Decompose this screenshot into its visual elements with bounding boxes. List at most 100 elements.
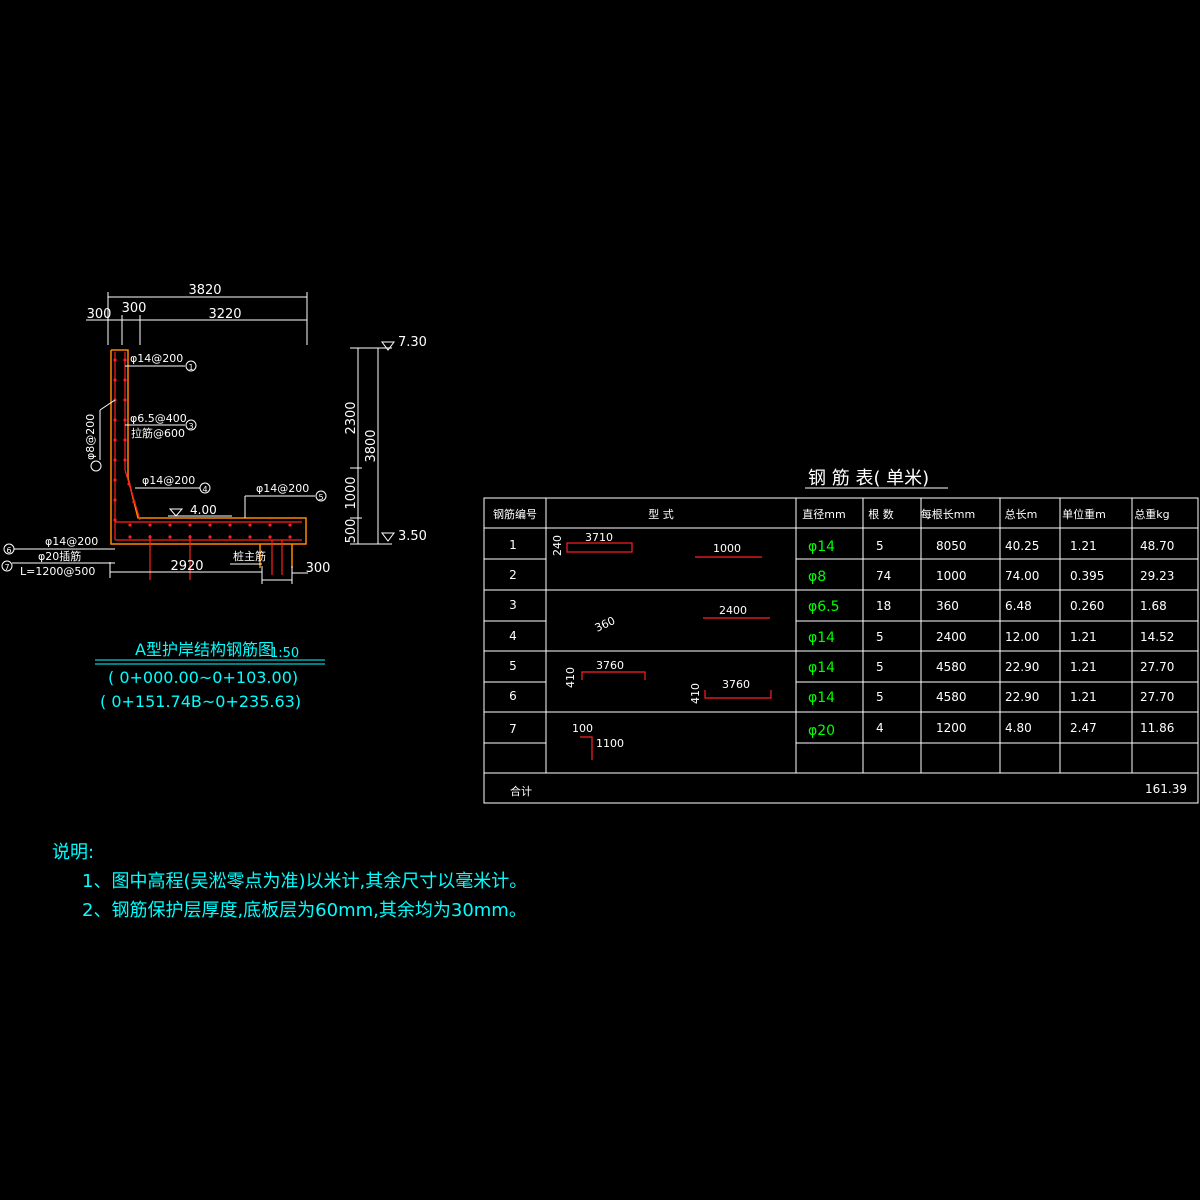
shape-5-3760: 3760 <box>596 659 624 672</box>
sum-value: 161.39 <box>1145 782 1187 796</box>
notes-block: 说明: 1、图中高程(吴淞零点为准)以米计,其余尺寸以毫米计。 2、钢筋保护层厚… <box>52 838 527 925</box>
row-6-weight: 27.70 <box>1140 690 1174 704</box>
dim-2300: 2300 <box>344 401 359 434</box>
shape-1-240: 240 <box>551 535 564 556</box>
shape-7-1100: 1100 <box>596 737 624 750</box>
dim-300-right: 300 <box>306 561 331 576</box>
dim-300-left: 300 <box>87 307 112 322</box>
retaining-wall-section: 3820 300 300 3220 φ14@200 1 φ6.5@400 拉筋@… <box>1 283 427 711</box>
header-shape: 型 式 <box>648 507 674 521</box>
elev-bottom: 3.50 <box>398 529 427 544</box>
row-5-no: 5 <box>509 659 517 673</box>
row-2-count: 74 <box>876 569 891 583</box>
row-5-len: 4580 <box>936 660 967 674</box>
header-total: 总长m <box>1005 507 1038 521</box>
row-1-weight: 48.70 <box>1140 539 1174 553</box>
row-4-no: 4 <box>509 629 517 643</box>
row-3-count: 18 <box>876 599 891 613</box>
row-2-total: 74.00 <box>1005 569 1039 583</box>
row-6-count: 5 <box>876 690 884 704</box>
row-1-total: 40.25 <box>1005 539 1039 553</box>
label-pile: 桩主筋 <box>233 549 266 563</box>
row-1-count: 5 <box>876 539 884 553</box>
row-2-dia: φ8 <box>808 569 826 585</box>
header-weight: 总重kg <box>1134 507 1169 521</box>
row-3-dia: φ6.5 <box>808 599 840 615</box>
table-row: 2 φ8 74 1000 74.00 0.395 29.23 <box>509 568 1174 585</box>
row-5-dia: φ14 <box>808 660 835 676</box>
table-header: 钢筋编号 型 式 直径mm 根 数 每根长mm 总长m 单位重m 总重kg <box>493 507 1170 521</box>
label-r9: L=1200@500 <box>20 565 95 578</box>
label-r8: φ20插筋 <box>38 549 81 563</box>
row-5-unit: 1.21 <box>1070 660 1097 674</box>
label-r4: φ8@200 <box>84 414 97 460</box>
row-4-unit: 1.21 <box>1070 630 1097 644</box>
row-4-weight: 14.52 <box>1140 630 1174 644</box>
note-item-2: 2、钢筋保护层厚度,底板层为60mm,其余均为30mm。 <box>82 900 527 921</box>
cad-drawing: 3820 300 300 3220 φ14@200 1 φ6.5@400 拉筋@… <box>1 283 1199 804</box>
header-dia: 直径mm <box>802 507 845 521</box>
row-3-weight: 1.68 <box>1140 599 1167 613</box>
row-7-no: 7 <box>509 722 517 736</box>
row-6-total: 22.90 <box>1005 690 1039 704</box>
table-title: 钢 筋 表( 单米) <box>808 468 929 489</box>
dim-3800: 3800 <box>364 429 379 462</box>
note-item-1: 1、图中高程(吴淞零点为准)以米计,其余尺寸以毫米计。 <box>82 871 528 892</box>
dim-500: 500 <box>344 519 359 544</box>
row-7-total: 4.80 <box>1005 721 1032 735</box>
row-2-no: 2 <box>509 568 517 582</box>
marker-1: 1 <box>188 363 193 372</box>
shape-7-100: 100 <box>572 722 593 735</box>
shape-sketches: 240 3710 1000 360 2400 410 3760 410 3760… <box>551 531 772 760</box>
shape-4-2400: 2400 <box>719 604 747 617</box>
row-7-dia: φ20 <box>808 723 835 739</box>
shape-5-410: 410 <box>564 667 577 688</box>
drawing-scale: 1:50 <box>270 646 299 661</box>
row-3-len: 360 <box>936 599 959 613</box>
header-len: 每根长mm <box>921 507 975 521</box>
elev-top: 7.30 <box>398 335 427 350</box>
row-3-total: 6.48 <box>1005 599 1032 613</box>
dim-2920: 2920 <box>170 559 203 574</box>
row-3-no: 3 <box>509 598 517 612</box>
row-7-count: 4 <box>876 721 884 735</box>
row-3-unit: 0.260 <box>1070 599 1104 613</box>
notes-heading: 说明: <box>52 842 95 863</box>
shape-6-3760: 3760 <box>722 678 750 691</box>
row-4-count: 5 <box>876 630 884 644</box>
label-r1: φ14@200 <box>130 352 183 365</box>
header-no: 钢筋编号 <box>493 507 537 521</box>
row-6-unit: 1.21 <box>1070 690 1097 704</box>
range-line-1: ( 0+000.00~0+103.00) <box>108 668 298 687</box>
table-row: 6 φ14 5 4580 22.90 1.21 27.70 <box>509 689 1174 706</box>
row-2-len: 1000 <box>936 569 967 583</box>
marker-6: 6 <box>6 546 11 555</box>
header-count: 根 数 <box>868 507 894 521</box>
marker-7: 7 <box>4 563 9 572</box>
table-row: 4 φ14 5 2400 12.00 1.21 14.52 <box>509 629 1174 646</box>
row-7-weight: 11.86 <box>1140 721 1174 735</box>
row-2-unit: 0.395 <box>1070 569 1104 583</box>
header-unit: 单位重m <box>1062 507 1106 521</box>
marker-5: 5 <box>318 493 323 502</box>
label-r7: φ14@200 <box>45 535 98 548</box>
row-2-weight: 29.23 <box>1140 569 1174 583</box>
elev-slab: 4.00 <box>190 503 217 517</box>
row-1-unit: 1.21 <box>1070 539 1097 553</box>
dim-3820: 3820 <box>188 283 221 298</box>
row-7-len: 1200 <box>936 721 967 735</box>
shape-1-3710: 3710 <box>585 531 613 544</box>
drawing-title: A型护岸结构钢筋图 <box>135 640 274 659</box>
shape-2-1000: 1000 <box>713 542 741 555</box>
row-6-len: 4580 <box>936 690 967 704</box>
row-6-no: 6 <box>509 689 517 703</box>
dim-1000: 1000 <box>344 476 359 509</box>
marker-4: 4 <box>202 485 207 494</box>
row-5-count: 5 <box>876 660 884 674</box>
row-7-unit: 2.47 <box>1070 721 1097 735</box>
row-4-dia: φ14 <box>808 630 835 646</box>
rebar-table: 钢 筋 表( 单米) 钢筋编号 型 式 直径mm 根 数 每根长mm 总长m 单… <box>483 468 1199 804</box>
label-r2: φ6.5@400 <box>130 412 187 425</box>
row-1-no: 1 <box>509 538 517 552</box>
range-line-2: ( 0+151.74B~0+235.63) <box>100 692 301 711</box>
